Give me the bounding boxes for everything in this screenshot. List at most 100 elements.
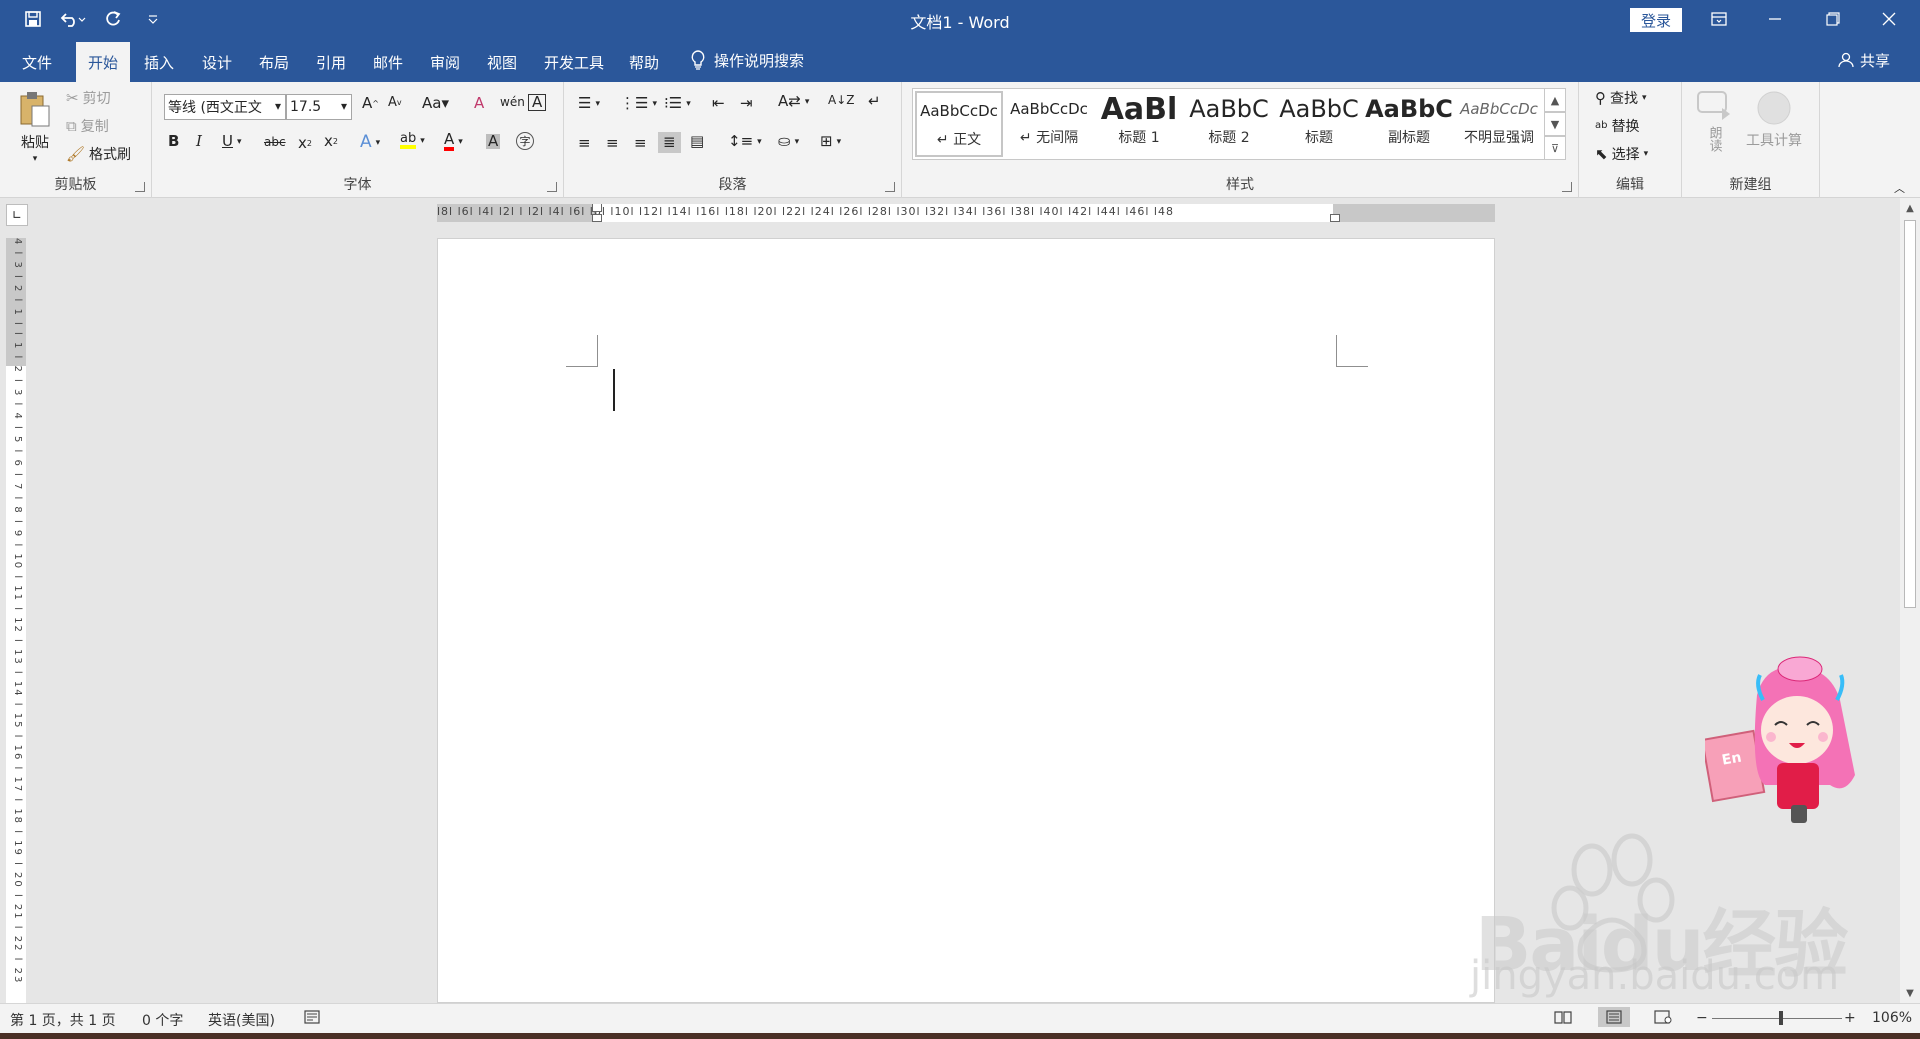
align-center-button[interactable]: ≡ [606,136,619,151]
chinese-layout-button[interactable]: A⇄ ▾ [778,94,809,109]
strikethrough-button[interactable]: abc [264,136,286,148]
read-mode-icon[interactable] [1554,1010,1572,1024]
tab-file[interactable]: 文件 [10,42,64,82]
vertical-scrollbar[interactable]: ▲ ▼ [1900,198,1920,1003]
tab-help[interactable]: 帮助 [617,42,671,82]
paste-dropdown-icon[interactable]: ▾ [33,154,38,164]
first-line-indent-marker[interactable] [592,204,602,212]
tab-insert[interactable]: 插入 [132,42,186,82]
page-count[interactable]: 第 1 页，共 1 页 [10,1010,116,1030]
left-indent-marker[interactable] [592,214,602,222]
style-title[interactable]: AaBbC 标题 [1275,91,1363,157]
tab-view[interactable]: 视图 [475,42,529,82]
read-aloud-button[interactable]: 朗读 [1696,90,1732,152]
change-case-button[interactable]: Aa▾ [422,96,449,111]
copy-button[interactable]: ⧉ 复制 [66,116,109,136]
tab-mailings[interactable]: 邮件 [361,42,415,82]
style-normal[interactable]: AaBbCcDc ↵ 正文 [915,91,1003,157]
tell-me-search[interactable]: 操作说明搜索 [690,42,804,78]
chevron-up-icon[interactable]: ▲ [1544,88,1566,112]
scroll-up-icon[interactable]: ▲ [1900,198,1920,218]
align-left-button[interactable]: ≡ [578,136,591,151]
clear-formatting-button[interactable]: A [474,96,484,111]
font-color-button[interactable]: A ▾ [444,132,463,151]
tab-design[interactable]: 设计 [190,42,244,82]
tool-calc-button[interactable]: 工具计算 [1746,90,1802,150]
italic-button[interactable]: I [196,134,202,149]
web-layout-icon[interactable] [1654,1010,1672,1024]
line-spacing-button[interactable]: ↕≡ ▾ [728,134,762,149]
multilevel-list-button[interactable]: ⁝☰ ▾ [664,96,691,111]
paragraph-launcher-icon[interactable] [885,182,895,192]
right-indent-marker[interactable] [1330,214,1340,222]
word-count[interactable]: 0 个字 [142,1010,183,1030]
style-no-spacing[interactable]: AaBbCcDc ↵ 无间隔 [1005,91,1093,157]
chevron-down-icon[interactable]: ▼ [1544,112,1566,136]
format-painter-button[interactable]: 🖌 格式刷 [66,144,131,164]
text-effects-button[interactable]: A ▾ [360,134,380,151]
print-layout-icon[interactable] [1598,1007,1630,1027]
tab-home[interactable]: 开始 [76,42,131,82]
character-border-button[interactable]: A [528,94,547,111]
tab-layout[interactable]: 布局 [247,42,301,82]
font-launcher-icon[interactable] [547,182,557,192]
ribbon-display-options-icon[interactable] [1696,0,1742,38]
increase-indent-button[interactable]: ⇥ [740,96,753,111]
minimize-icon[interactable] [1752,0,1798,38]
styles-launcher-icon[interactable] [1562,182,1572,192]
borders-button[interactable]: ⊞ ▾ [820,134,841,149]
style-subtle-emphasis[interactable]: AaBbCcDc 不明显强调 [1455,91,1543,157]
login-button[interactable]: 登录 [1630,8,1682,32]
document-page[interactable] [437,238,1495,1003]
tab-review[interactable]: 审阅 [418,42,472,82]
font-size-combo[interactable]: 17.5 ▾ [286,94,352,120]
highlight-button[interactable]: ab ▾ [400,132,425,149]
collapse-ribbon-icon[interactable]: ︿ [1894,180,1905,196]
zoom-slider-thumb[interactable] [1778,1011,1783,1025]
replace-button[interactable]: ab 替换 [1595,116,1639,136]
character-shading-button[interactable]: A [486,134,501,149]
tab-selector[interactable]: ∟ [6,204,28,226]
scroll-down-icon[interactable]: ▼ [1900,983,1920,1003]
share-button[interactable]: 共享 [1838,42,1890,78]
zoom-slider[interactable] [1712,1011,1842,1025]
tab-references[interactable]: 引用 [304,42,358,82]
clipboard-launcher-icon[interactable] [135,182,145,192]
zoom-level[interactable]: 106% [1872,1010,1912,1026]
enclose-characters-button[interactable]: 字 [516,132,534,150]
justify-button[interactable]: ≣ [658,132,681,153]
style-subtitle[interactable]: AaBbC 副标题 [1365,91,1453,157]
cut-button[interactable]: ✂ 剪切 [66,88,111,108]
find-button[interactable]: ⚲ 查找 ▾ [1595,88,1647,108]
close-icon[interactable] [1866,0,1912,38]
style-heading-2[interactable]: AaBbC 标题 2 [1185,91,1273,157]
horizontal-ruler[interactable]: l8l l6l l4l l2l l l2l l4l l6l l8l l10l l… [437,204,1495,222]
distributed-button[interactable]: ▤ [690,134,704,149]
font-name-combo[interactable]: 等线 (西文正文) ▾ [164,94,286,120]
language-indicator[interactable]: 英语(美国) [208,1010,275,1030]
sort-button[interactable]: A↓Z [828,94,854,106]
subscript-button[interactable]: x2 [298,136,312,151]
select-button[interactable]: ⬉ 选择 ▾ [1595,144,1648,164]
shrink-font-button[interactable]: Av [388,96,402,109]
paste-button[interactable]: 粘贴 ▾ [18,90,52,164]
phonetic-guide-button[interactable]: wén [500,96,525,108]
align-right-button[interactable]: ≡ [634,136,647,151]
numbering-button[interactable]: ⋮☰ ▾ [620,96,657,111]
bold-button[interactable]: B [168,134,179,149]
show-marks-button[interactable]: ↵ [868,94,881,109]
superscript-button[interactable]: x2 [324,134,338,149]
decrease-indent-button[interactable]: ⇤ [712,96,725,111]
more-styles-icon[interactable]: ⊽ [1544,136,1566,160]
style-heading-1[interactable]: AaBl 标题 1 [1095,91,1183,157]
underline-button[interactable]: U ▾ [222,134,242,149]
vertical-ruler[interactable]: 4 l 3 l 2 l 1 l l 1 l 2 l 3 l 4 l 5 l 6 … [6,238,26,1003]
scrollbar-thumb[interactable] [1904,220,1916,608]
bullets-button[interactable]: ☰ ▾ [578,96,600,111]
restore-icon[interactable] [1810,0,1856,38]
grow-font-button[interactable]: A ^ [362,96,379,111]
zoom-out-icon[interactable]: − [1696,1010,1708,1026]
accessibility-icon[interactable] [304,1010,320,1024]
zoom-in-icon[interactable]: + [1844,1010,1856,1026]
shading-button[interactable]: ⛀ ▾ [778,134,799,149]
